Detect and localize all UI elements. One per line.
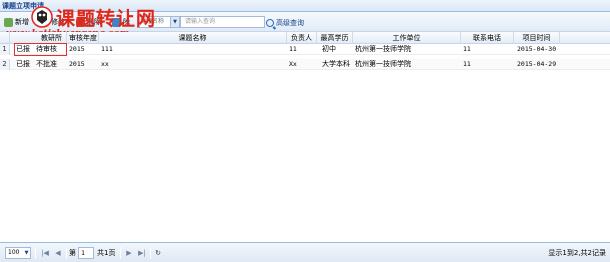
highlight-box bbox=[14, 43, 67, 56]
edit-button-label: 修改 bbox=[51, 18, 65, 26]
row-leader: 11 bbox=[289, 45, 297, 53]
row-unit: 杭州第一技师学院 bbox=[355, 45, 411, 53]
row-topic: xx bbox=[101, 60, 109, 68]
add-button-label: 新增 bbox=[15, 18, 29, 26]
col-header-phone[interactable]: 联系电话 bbox=[461, 32, 514, 44]
col-header-degree[interactable]: 最高学历 bbox=[317, 32, 353, 44]
next-page-button[interactable]: ▶ bbox=[124, 247, 134, 259]
remove-icon bbox=[112, 17, 121, 27]
panel-header: 课题立项申请 bbox=[0, 0, 610, 12]
col-header-unit[interactable]: 工作单位 bbox=[353, 32, 461, 44]
pager-divider bbox=[120, 247, 121, 259]
pager-divider bbox=[35, 247, 36, 259]
pager-divider bbox=[66, 247, 67, 259]
toolbar: 新增 修改 删除 除 课题名称 ▼ 请输入查询 高级查询 bbox=[0, 12, 610, 32]
row-number: 1 bbox=[0, 44, 10, 55]
row-leader: Xx bbox=[289, 60, 297, 68]
delete-icon bbox=[76, 17, 85, 27]
add-button[interactable]: 新增 bbox=[4, 15, 29, 29]
pager-divider bbox=[150, 247, 151, 259]
edit-button[interactable]: 修改 bbox=[40, 15, 65, 29]
last-page-button[interactable]: ▶| bbox=[137, 247, 147, 259]
page-number-input[interactable]: 1 bbox=[78, 247, 94, 259]
row-number: 2 bbox=[0, 59, 10, 70]
advanced-search-button[interactable]: 高级查询 bbox=[266, 17, 304, 28]
row-degree: 大学本科 bbox=[322, 60, 350, 68]
table-row[interactable]: 1 已报 待审核 2015 111 11 初中 杭州第一技师学院 11 2015… bbox=[0, 44, 610, 55]
row-year: 2015 bbox=[69, 45, 85, 53]
panel-title: 课题立项申请 bbox=[2, 2, 44, 10]
row-date: 2015-04-30 bbox=[517, 45, 557, 53]
remove-button-label: 除 bbox=[123, 18, 130, 26]
first-page-button[interactable]: |◀ bbox=[40, 247, 50, 259]
search-input[interactable]: 请输入查询 bbox=[180, 16, 265, 28]
table-row[interactable]: 2 已报 不批准 2015 xx Xx 大学本科 杭州第一技师学院 11 201… bbox=[0, 59, 610, 70]
pager-info: 显示1到2,共2记录 bbox=[548, 249, 606, 257]
col-header-year[interactable]: 审核年度 bbox=[67, 32, 99, 44]
pagination-bar: 100 ▼ |◀ ◀ 第 1 共1页 ▶ ▶| ↻ 显示1到2,共2记录 bbox=[0, 242, 610, 262]
search-icon bbox=[266, 18, 274, 27]
delete-button-label: 删除 bbox=[87, 18, 101, 26]
add-icon bbox=[4, 17, 13, 27]
edit-icon bbox=[40, 17, 49, 27]
grid-header: 教研所 审核年度 课题名称 负责人 最高学历 工作单位 联系电话 项目时间 bbox=[0, 32, 610, 44]
refresh-icon[interactable]: ↻ bbox=[153, 247, 163, 259]
page-size-select[interactable]: 100 ▼ bbox=[5, 247, 31, 259]
prev-page-button[interactable]: ◀ bbox=[53, 247, 63, 259]
col-header-date[interactable]: 项目时间 bbox=[514, 32, 560, 44]
row-phone: 11 bbox=[463, 60, 471, 68]
row-unit: 杭州第一技师学院 bbox=[355, 60, 411, 68]
row-topic: 111 bbox=[101, 45, 113, 53]
chevron-down-icon: ▼ bbox=[170, 17, 179, 27]
row-phone: 11 bbox=[463, 45, 471, 53]
col-header-leader[interactable]: 负责人 bbox=[287, 32, 317, 44]
search-field-value: 课题名称 bbox=[140, 18, 165, 25]
row-status: 已报 bbox=[16, 60, 30, 68]
row-date: 2015-04-29 bbox=[517, 60, 557, 68]
col-header-topic[interactable]: 课题名称 bbox=[99, 32, 287, 44]
search-field-select[interactable]: 课题名称 ▼ bbox=[137, 16, 180, 28]
row-review: 不批准 bbox=[36, 60, 57, 68]
advanced-search-label: 高级查询 bbox=[276, 18, 304, 27]
row-degree: 初中 bbox=[322, 45, 336, 53]
page-size-value: 100 bbox=[8, 249, 20, 256]
remove-button[interactable]: 除 bbox=[112, 15, 130, 29]
delete-button[interactable]: 删除 bbox=[76, 15, 101, 29]
header-rownum bbox=[0, 32, 10, 44]
page-label-before: 第 bbox=[69, 249, 76, 257]
page-label-after: 共1页 bbox=[97, 249, 116, 257]
chevron-down-icon: ▼ bbox=[24, 250, 29, 256]
row-year: 2015 bbox=[69, 60, 85, 68]
